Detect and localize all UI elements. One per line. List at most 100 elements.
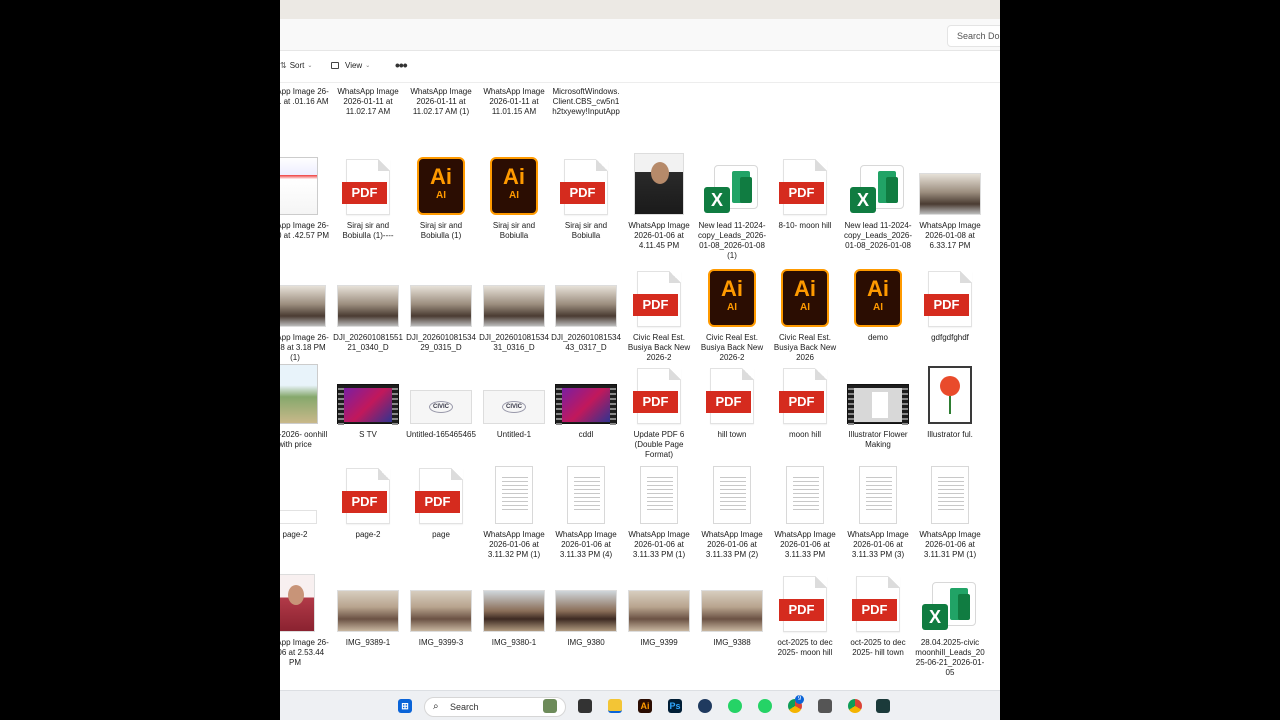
- photoshop-icon[interactable]: Ps: [668, 699, 682, 713]
- file-name: S TV: [359, 430, 377, 439]
- file-item[interactable]: PDF gdfgdfghdf: [915, 263, 985, 363]
- file-item[interactable]: IMG_9380: [551, 568, 621, 668]
- photo-thumbnail: [555, 285, 617, 327]
- file-item[interactable]: PDF Siraj sir and Bobiulla (1)----: [333, 151, 403, 251]
- file-item[interactable]: WhatsApp Image 2026-01-11 at 11.01.15 AM: [479, 83, 549, 131]
- file-item[interactable]: IMG_9399-3: [406, 568, 476, 668]
- file-item[interactable]: DJI_20260108153429_0315_D: [406, 263, 476, 363]
- file-item[interactable]: [988, 360, 1000, 460]
- file-thumbnail: [697, 568, 767, 632]
- file-item[interactable]: PDF moon hill: [770, 360, 840, 460]
- file-item[interactable]: hatsApp Image 26-01-10 at .42.57 PM: [280, 151, 330, 251]
- file-item[interactable]: PDF Siraj sir and Bobiulla: [551, 151, 621, 251]
- file-item[interactable]: PDF Civic Real Est. Busiya Back New 2026-…: [624, 263, 694, 363]
- file-item[interactable]: IMG_9380-1: [479, 568, 549, 668]
- file-item[interactable]: hatsApp Image 26-01-11 at .01.16 AM: [280, 83, 330, 131]
- file-item[interactable]: WhatsApp Image 2026-01-06 at 3.11.33 PM: [770, 460, 840, 560]
- view-button[interactable]: View ⌄: [331, 61, 370, 70]
- file-item[interactable]: [988, 263, 1000, 363]
- ai-logo-text: Ai: [794, 276, 816, 301]
- search-input[interactable]: Search Do: [947, 25, 1000, 47]
- widget-icon[interactable]: [543, 699, 557, 713]
- file-name: cddl: [578, 430, 594, 439]
- file-item[interactable]: PDF page: [406, 460, 476, 560]
- app-icon-2[interactable]: [876, 699, 890, 713]
- file-thumbnail: [988, 568, 1000, 632]
- chrome-profile-icon[interactable]: [848, 699, 862, 713]
- file-item[interactable]: S TV: [333, 360, 403, 460]
- file-name: oct-2025 to dec 2025- moon hill: [777, 638, 833, 657]
- illustrator-icon[interactable]: Ai: [638, 699, 652, 713]
- file-item[interactable]: WhatsApp Image 2026-01-11 at 11.02.17 AM: [333, 83, 403, 131]
- file-item[interactable]: W 2: [988, 460, 1000, 560]
- file-item[interactable]: Ai AI Siraj sir and Bobiulla (1): [406, 151, 476, 251]
- app-icon[interactable]: [698, 699, 712, 713]
- file-name: WhatsApp Image 2026-01-11 at 11.02.17 AM: [337, 87, 399, 116]
- file-item[interactable]: Illustrator ful.: [915, 360, 985, 460]
- task-view-icon[interactable]: [578, 699, 592, 713]
- file-name: 8-10- moon hill: [778, 221, 832, 230]
- file-item[interactable]: CIVIC Untitled-1: [479, 360, 549, 460]
- file-item[interactable]: W 6: [988, 151, 1000, 251]
- file-item[interactable]: PDF oct-2025 to dec 2025- hill town: [843, 568, 913, 668]
- file-item[interactable]: MicrosoftWindows.Client.CBS_cw5n1h2txyew…: [551, 83, 621, 131]
- file-item[interactable]: CIVIC Untitled-165465465: [406, 360, 476, 460]
- whatsapp-icon[interactable]: [728, 699, 742, 713]
- file-item[interactable]: PDF page-2: [333, 460, 403, 560]
- pdf-badge: PDF: [706, 391, 751, 413]
- file-item[interactable]: 28 hi 02: [988, 568, 1000, 668]
- file-item[interactable]: WhatsApp Image 2026-01-06 at 3.11.32 PM …: [479, 460, 549, 560]
- file-item[interactable]: DJI_20260108155121_0340_D: [333, 263, 403, 363]
- file-item[interactable]: Ai AI Siraj sir and Bobiulla: [479, 151, 549, 251]
- file-item[interactable]: IMG_9389-1: [333, 568, 403, 668]
- windows-start-icon[interactable]: ⊞: [398, 699, 412, 713]
- image-thumbnail: [280, 157, 318, 215]
- file-item[interactable]: WhatsApp Image 2026-01-06 at 3.11.33 PM …: [843, 460, 913, 560]
- file-item[interactable]: WhatsApp Image 2026-01-06 at 3.11.33 PM …: [551, 460, 621, 560]
- file-item[interactable]: hatsApp Image 26-01-08 at 3.18 PM (1): [280, 263, 330, 363]
- file-item[interactable]: page-2: [280, 460, 330, 560]
- file-item[interactable]: PDF Update PDF 6 (Double Page Format): [624, 360, 694, 460]
- file-item[interactable]: WhatsApp Image 2026-01-08 at 6.33.17 PM: [915, 151, 985, 251]
- sort-button[interactable]: ⇅ Sort ⌄: [280, 61, 312, 70]
- whatsapp-business-icon[interactable]: [758, 699, 772, 713]
- file-item[interactable]: DJI_20260108153443_0317_D: [551, 263, 621, 363]
- file-explorer-icon[interactable]: [608, 699, 622, 713]
- file-name: Siraj sir and Bobiulla (1): [419, 221, 463, 240]
- file-thumbnail: Ai AI: [479, 151, 549, 215]
- file-item[interactable]: Ai AI Civic Real Est. Busiya Back New 2026: [770, 263, 840, 363]
- file-item[interactable]: 7-01-2026- oonhill with price: [280, 360, 330, 460]
- file-item[interactable]: PDF hill town: [697, 360, 767, 460]
- file-item[interactable]: WhatsApp Image 2026-01-06 at 4.11.45 PM: [624, 151, 694, 251]
- file-item[interactable]: DJI_20260108153431_0316_D: [479, 263, 549, 363]
- file-item[interactable]: X New lead 11-2024-copy_Leads_2026-01-08_…: [697, 151, 767, 260]
- file-item[interactable]: PDF oct-2025 to dec 2025- moon hill: [770, 568, 840, 668]
- calculator-icon[interactable]: [818, 699, 832, 713]
- file-item[interactable]: WhatsApp Image 2026-01-11 at 11.02.17 AM…: [406, 83, 476, 131]
- file-item[interactable]: IMG_9399: [624, 568, 694, 668]
- file-item[interactable]: PDF 8-10- moon hill: [770, 151, 840, 251]
- file-item[interactable]: X New lead 11-2024-copy_Leads_2026-01-08_…: [843, 151, 913, 251]
- file-item[interactable]: Illustrator Flower Making: [843, 360, 913, 460]
- file-item[interactable]: WhatsApp Image 2026-01-06 at 3.11.33 PM …: [624, 460, 694, 560]
- file-item[interactable]: WhatsApp Image 2026-01-06 at 3.11.33 PM …: [697, 460, 767, 560]
- file-item[interactable]: Ai AI demo: [843, 263, 913, 363]
- more-options-button[interactable]: •••: [395, 57, 408, 73]
- pdf-badge: PDF: [924, 294, 969, 316]
- pdf-file-icon: PDF: [342, 468, 390, 524]
- ai-ext-text: AI: [509, 190, 519, 201]
- file-item[interactable]: X 28.04.2025-civic moonhill_Leads_2025-06…: [915, 568, 985, 677]
- file-item[interactable]: hatsApp Image 26-01-06 at 2.53.44 PM: [280, 568, 330, 668]
- file-item[interactable]: cddl: [551, 360, 621, 460]
- document-thumbnail: [931, 466, 969, 524]
- file-item[interactable]: IMG_9388: [697, 568, 767, 668]
- civic-logo-text: CIVIC: [501, 401, 526, 413]
- document-thumbnail: [713, 466, 751, 524]
- photo-thumbnail: [919, 173, 981, 215]
- video-file-icon: [847, 384, 909, 425]
- file-item[interactable]: Ai AI Civic Real Est. Busiya Back New 2026…: [697, 263, 767, 363]
- file-item[interactable]: WhatsApp Image 2026-01-06 at 3.11.31 PM …: [915, 460, 985, 560]
- view-icon: [331, 62, 339, 69]
- image-thumbnail: [280, 364, 318, 424]
- photo-thumbnail: [410, 285, 472, 327]
